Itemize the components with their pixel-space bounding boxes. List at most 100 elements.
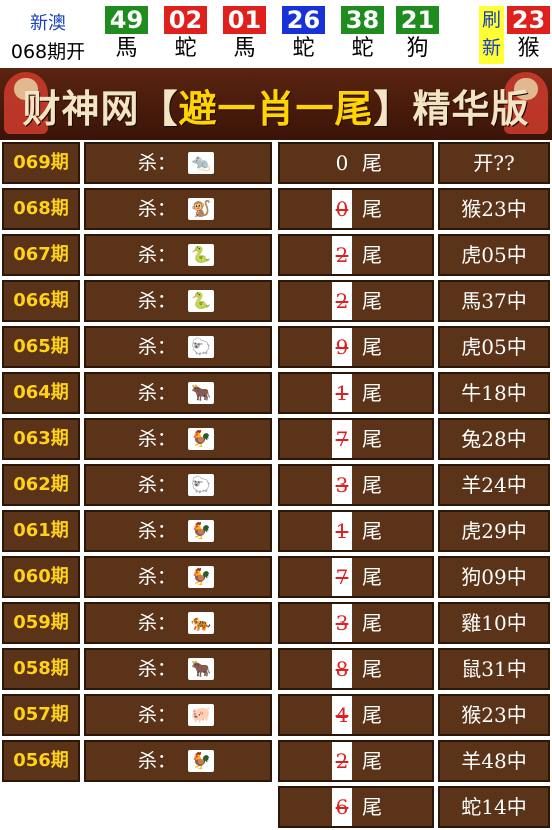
period-cell: 064期 <box>2 372 80 414</box>
kill-label: 杀： <box>138 336 177 358</box>
kill-cell: 杀： 🐍 <box>84 234 272 276</box>
refresh-button[interactable]: 刷新 <box>479 6 504 64</box>
result-cell: 虎05中 <box>438 234 550 276</box>
table-row: 057期 杀： 🐖 <box>0 692 274 738</box>
kill-zodiac-table: 069期 杀： 🐀 068期 杀： 🐒 067期 杀： 🐍 066期 杀： 🐍 065期 杀： 🐑 064期杀… <box>0 140 274 784</box>
kill-label: 杀： <box>138 428 177 450</box>
number-ball: 49 馬 <box>105 6 148 64</box>
tail-digit: 3 <box>332 604 352 642</box>
kill-label: 杀： <box>138 474 177 496</box>
tail-digit: 2 <box>332 742 352 780</box>
table-row: 058期 杀： 🐂 <box>0 646 274 692</box>
tail-cell: 2尾 <box>278 280 434 322</box>
period-cell: 066期 <box>2 280 80 322</box>
tail-digit: 9 <box>332 328 352 366</box>
table-row: 8 尾鼠31中 <box>276 646 552 692</box>
result-cell: 牛18中 <box>438 372 550 414</box>
table-row: 0 尾 猴23中 <box>276 186 552 232</box>
tail-digit: 8 <box>332 650 352 688</box>
table-row: 062期 杀： 🐑 <box>0 462 274 508</box>
zodiac-animal-icon: 🐓 <box>188 428 214 450</box>
table-row: 2 尾馬37中 <box>276 278 552 324</box>
tail-cell: 3尾 <box>278 602 434 644</box>
table-row: 063期 杀： 🐓 <box>0 416 274 462</box>
table-row: 9 尾虎05中 <box>276 324 552 370</box>
lottery-header: 新澳 068期开 49 馬 02 蛇 01 馬 26 蛇 38 蛇 21 狗 刷新 23 猴 <box>0 0 552 68</box>
table-row: 6 尾蛇14中 <box>276 784 552 830</box>
ball-number: 38 <box>341 6 384 34</box>
kill-cell: 杀： 🐓 <box>84 740 272 782</box>
banner-title: 财神网【避一肖一尾】精华版 <box>22 87 530 131</box>
tail-digit: 1 <box>332 374 352 412</box>
tail-word: 尾 <box>362 519 382 543</box>
tail-word: 尾 <box>362 197 382 221</box>
tail-word: 尾 <box>362 565 382 589</box>
ball-number: 02 <box>164 6 207 34</box>
zodiac-animal-icon: 🐂 <box>188 658 214 680</box>
result-cell: 兔28中 <box>438 418 550 460</box>
kill-label: 杀： <box>138 152 177 174</box>
kill-cell: 杀： 🐓 <box>84 510 272 552</box>
table-row: 060期 杀： 🐓 <box>0 554 274 600</box>
period-cell: 063期 <box>2 418 80 460</box>
tail-digit: 0 <box>332 190 352 228</box>
title-banner: 财神网【避一肖一尾】精华版 <box>0 68 552 140</box>
ball-number: 49 <box>105 6 148 34</box>
tail-digit: 0 <box>335 151 349 175</box>
ball-zodiac: 蛇 <box>174 36 197 61</box>
tail-digit: 7 <box>332 420 352 458</box>
result-cell: 馬37中 <box>438 280 550 322</box>
result-cell: 雞10中 <box>438 602 550 644</box>
period-cell: 062期 <box>2 464 80 506</box>
result-cell: 虎29中 <box>438 510 550 552</box>
tail-cell: 7尾 <box>278 556 434 598</box>
kill-cell: 杀： 🐂 <box>84 648 272 690</box>
kill-cell: 杀： 🐒 <box>84 188 272 230</box>
period-cell: 058期 <box>2 648 80 690</box>
table-row: 3 尾羊24中 <box>276 462 552 508</box>
ball-number: 23 <box>507 6 550 34</box>
tail-cell: 2尾 <box>278 234 434 276</box>
tail-word: 尾 <box>362 381 382 405</box>
tail-cell: 8尾 <box>278 648 434 690</box>
tail-word: 尾 <box>362 335 382 359</box>
kill-tail-table: 0 尾开?? 0 尾猴23中 2 尾虎05中 2 尾馬37中 9 尾虎05中 1 尾牛18中 7 尾兔28… <box>276 140 552 830</box>
tail-word: 尾 <box>362 611 382 635</box>
number-ball: 21 狗 <box>396 6 439 64</box>
zodiac-animal-icon: 🐓 <box>188 750 214 772</box>
kill-cell: 杀： 🐅 <box>84 602 272 644</box>
result-cell: 蛇14中 <box>438 786 550 828</box>
table-row: 068期 杀： 🐒 <box>0 186 274 232</box>
kill-cell: 杀： 🐑 <box>84 464 272 506</box>
table-row: 059期 杀： 🐅 <box>0 600 274 646</box>
zodiac-animal-icon: 🐍 <box>188 244 214 266</box>
kill-cell: 杀： 🐓 <box>84 418 272 460</box>
tail-cell: 6尾 <box>278 786 434 828</box>
tail-cell: 4尾 <box>278 694 434 736</box>
tail-digit: 2 <box>332 236 352 274</box>
period-cell: 059期 <box>2 602 80 644</box>
zodiac-animal-icon: 🐍 <box>188 290 214 312</box>
kill-label: 杀： <box>138 244 177 266</box>
result-cell: 羊24中 <box>438 464 550 506</box>
tail-word: 尾 <box>362 657 382 681</box>
period-cell: 065期 <box>2 326 80 368</box>
result-cell: 狗09中 <box>438 556 550 598</box>
region-label: 新澳 <box>30 13 66 34</box>
period-cell: 056期 <box>2 740 80 782</box>
kill-label: 杀： <box>138 612 177 634</box>
period-cell: 068期 <box>2 188 80 230</box>
zodiac-animal-icon: 🐓 <box>188 566 214 588</box>
tail-digit: 1 <box>332 512 352 550</box>
ball-number: 21 <box>396 6 439 34</box>
ball-number: 26 <box>282 6 325 34</box>
tail-word: 尾 <box>362 289 382 313</box>
tail-word: 尾 <box>362 243 382 267</box>
result-cell: 猴23中 <box>438 188 550 230</box>
kill-cell: 杀： 🐍 <box>84 280 272 322</box>
tail-cell: 1尾 <box>278 510 434 552</box>
tail-word: 尾 <box>362 151 382 175</box>
ball-zodiac: 蛇 <box>292 36 315 61</box>
tail-cell: 7尾 <box>278 418 434 460</box>
table-row: 067期 杀： 🐍 <box>0 232 274 278</box>
